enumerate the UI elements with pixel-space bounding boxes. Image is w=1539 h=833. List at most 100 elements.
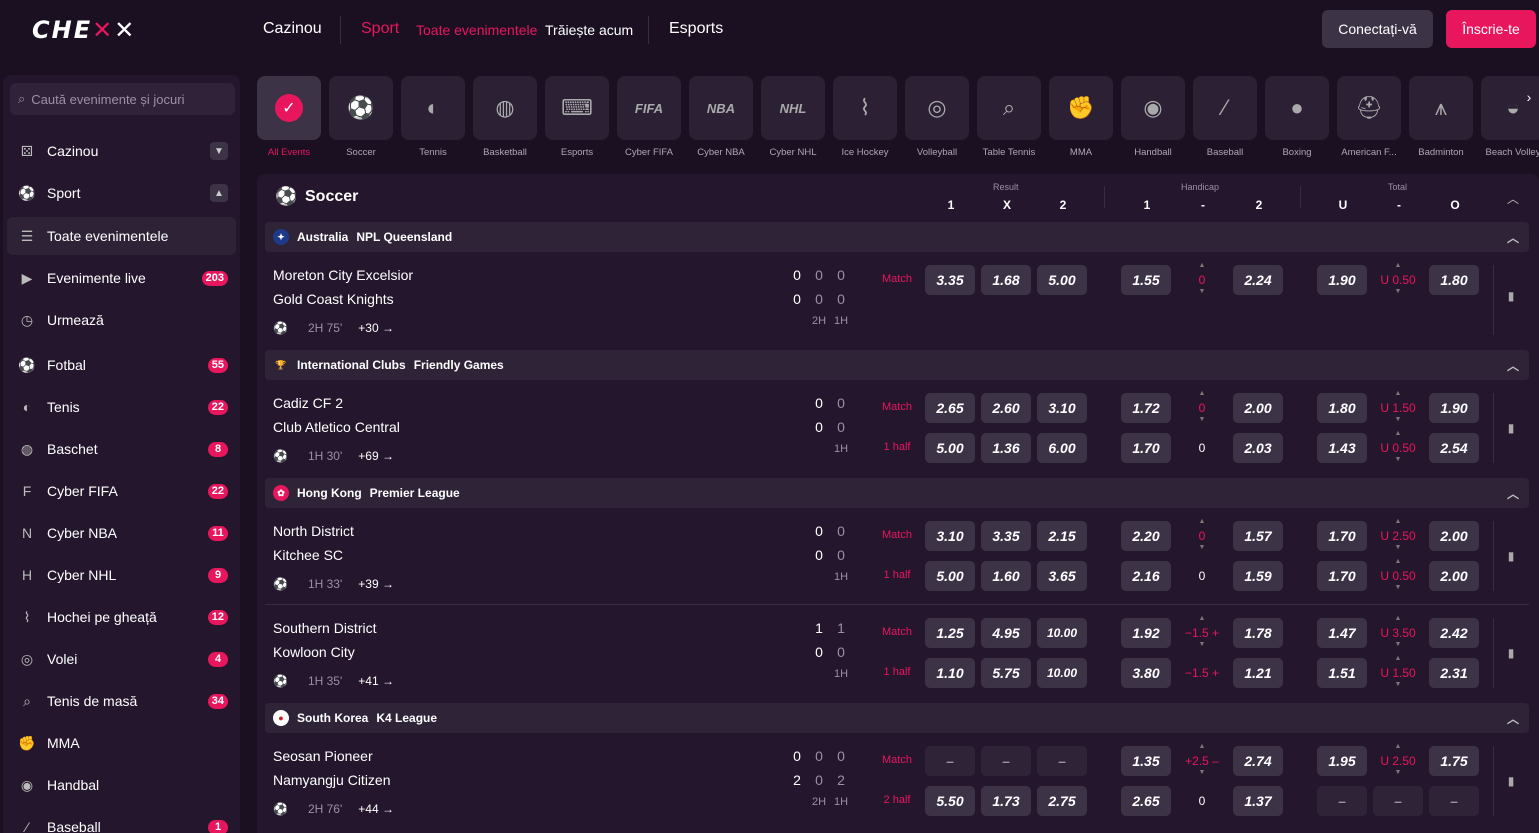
odds-button[interactable]: 4.95: [981, 618, 1031, 648]
odds-button[interactable]: 2.75: [1037, 786, 1087, 816]
away-team-name[interactable]: Gold Coast Knights: [273, 291, 394, 307]
carousel-next-arrow-icon[interactable]: ›: [1519, 84, 1539, 110]
away-team-name[interactable]: Kitchee SC: [273, 547, 343, 563]
total-line[interactable]: U 2.50: [1373, 529, 1423, 543]
stats-chart-icon[interactable]: ▮: [1501, 646, 1521, 660]
more-markets-link[interactable]: +39 →: [358, 577, 394, 591]
sidebar-item[interactable]: ✊ MMA: [3, 723, 240, 763]
odds-button[interactable]: 1.68: [981, 265, 1031, 295]
stats-chart-icon[interactable]: ▮: [1501, 549, 1521, 563]
odds-button[interactable]: 1.55: [1121, 265, 1171, 295]
odds-button[interactable]: 1.60: [981, 561, 1031, 591]
odds-button[interactable]: 2.65: [1121, 786, 1171, 816]
odds-button[interactable]: 1.51: [1317, 658, 1367, 688]
odds-button[interactable]: 2.65: [925, 393, 975, 423]
sidebar-item[interactable]: ⌇ Hochei pe gheață 12: [3, 597, 240, 637]
league-header[interactable]: ✦ Australia NPL Queensland ︿: [265, 222, 1529, 252]
away-team-name[interactable]: Club Atletico Central: [273, 419, 400, 435]
sidebar-item[interactable]: ⚽ Fotbal 55: [3, 345, 240, 385]
sport-tile[interactable]: ✓ All Events: [257, 76, 321, 160]
total-line[interactable]: U 2.50: [1373, 754, 1423, 768]
nav-casino[interactable]: Cazinou: [263, 20, 322, 38]
odds-button[interactable]: 1.70: [1317, 561, 1367, 591]
sport-tile[interactable]: ⛑ American F...: [1337, 76, 1401, 160]
odds-button[interactable]: –: [1429, 786, 1479, 816]
odds-button[interactable]: 1.47: [1317, 618, 1367, 648]
odds-button[interactable]: 2.00: [1233, 393, 1283, 423]
league-header[interactable]: 🏆 International Clubs Friendly Games ︿: [265, 350, 1529, 380]
odds-button[interactable]: 2.42: [1429, 618, 1479, 648]
odds-button[interactable]: 5.00: [925, 433, 975, 463]
sidebar-item[interactable]: ◍ Baschet 8: [3, 429, 240, 469]
odds-button[interactable]: 2.31: [1429, 658, 1479, 688]
handicap-line[interactable]: 0: [1177, 569, 1227, 583]
odds-button[interactable]: 1.90: [1317, 265, 1367, 295]
odds-button[interactable]: 5.50: [925, 786, 975, 816]
collapse-chevron-icon[interactable]: ︿: [1507, 229, 1519, 246]
odds-button[interactable]: 2.15: [1037, 521, 1087, 551]
odds-button[interactable]: –: [925, 746, 975, 776]
sport-tile[interactable]: ⚽ Soccer: [329, 76, 393, 160]
sport-tile[interactable]: ◐ Tennis: [401, 76, 465, 160]
sport-tile[interactable]: ● Boxing: [1265, 76, 1329, 160]
home-team-name[interactable]: Seosan Pioneer: [273, 748, 373, 764]
odds-button[interactable]: 1.92: [1121, 618, 1171, 648]
odds-button[interactable]: 5.00: [1037, 265, 1087, 295]
more-markets-link[interactable]: +44 →: [358, 802, 394, 816]
odds-button[interactable]: 1.25: [925, 618, 975, 648]
odds-button[interactable]: 2.00: [1429, 561, 1479, 591]
odds-button[interactable]: 2.24: [1233, 265, 1283, 295]
odds-button[interactable]: 3.80: [1121, 658, 1171, 688]
login-button[interactable]: Conectați-vă: [1322, 10, 1433, 48]
collapse-chevron-icon[interactable]: ︿: [1507, 357, 1519, 374]
sport-tile[interactable]: ⌨ Esports: [545, 76, 609, 160]
home-team-name[interactable]: Southern District: [273, 620, 376, 636]
sidebar-item[interactable]: N Cyber NBA 11: [3, 513, 240, 553]
sport-tile[interactable]: ✊ MMA: [1049, 76, 1113, 160]
odds-button[interactable]: 3.65: [1037, 561, 1087, 591]
collapse-chevron-icon[interactable]: ︿: [1507, 190, 1519, 207]
odds-button[interactable]: 1.59: [1233, 561, 1283, 591]
nav-all-events[interactable]: Toate evenimentele: [416, 22, 537, 38]
total-line[interactable]: U 0.50: [1373, 441, 1423, 455]
sidebar-item[interactable]: H Cyber NHL 9: [3, 555, 240, 595]
handicap-line[interactable]: 0: [1177, 529, 1227, 543]
odds-button[interactable]: 1.70: [1121, 433, 1171, 463]
handicap-line[interactable]: +2.5 –: [1177, 754, 1227, 768]
collapse-chevron-icon[interactable]: ︿: [1507, 710, 1519, 727]
odds-button[interactable]: 1.21: [1233, 658, 1283, 688]
odds-button[interactable]: 1.80: [1429, 265, 1479, 295]
chevron-down-icon[interactable]: ▼: [210, 142, 228, 160]
sidebar-item[interactable]: ◷ Urmează: [3, 300, 240, 340]
odds-button[interactable]: 1.10: [925, 658, 975, 688]
odds-button[interactable]: 1.37: [1233, 786, 1283, 816]
sidebar-item[interactable]: F Cyber FIFA 22: [3, 471, 240, 511]
sidebar-item[interactable]: ◉ Handbal: [3, 765, 240, 805]
collapse-chevron-icon[interactable]: ︿: [1507, 485, 1519, 502]
total-line[interactable]: U 1.50: [1373, 401, 1423, 415]
stats-chart-icon[interactable]: ▮: [1501, 289, 1521, 303]
handicap-line[interactable]: −1.5 +: [1177, 666, 1227, 680]
odds-button[interactable]: 1.36: [981, 433, 1031, 463]
odds-button[interactable]: 2.00: [1429, 521, 1479, 551]
odds-button[interactable]: –: [1373, 786, 1423, 816]
odds-button[interactable]: –: [1317, 786, 1367, 816]
league-header[interactable]: ✿ Hong Kong Premier League ︿: [265, 478, 1529, 508]
home-team-name[interactable]: Moreton City Excelsior: [273, 267, 413, 283]
odds-button[interactable]: 2.60: [981, 393, 1031, 423]
odds-button[interactable]: 1.90: [1429, 393, 1479, 423]
odds-button[interactable]: 2.20: [1121, 521, 1171, 551]
handicap-line[interactable]: 0: [1177, 794, 1227, 808]
odds-button[interactable]: 1.72: [1121, 393, 1171, 423]
handicap-line[interactable]: −1.5 +: [1177, 626, 1227, 640]
odds-button[interactable]: 1.80: [1317, 393, 1367, 423]
search-input[interactable]: [31, 91, 212, 107]
stats-chart-icon[interactable]: ▮: [1501, 774, 1521, 788]
nav-esports[interactable]: Esports: [669, 20, 723, 38]
sidebar-item[interactable]: ◎ Volei 4: [3, 639, 240, 679]
total-line[interactable]: U 1.50: [1373, 666, 1423, 680]
sport-tile[interactable]: ⩚ Badminton: [1409, 76, 1473, 160]
sport-tile[interactable]: ⌕ Table Tennis: [977, 76, 1041, 160]
sport-tile[interactable]: NBA Cyber NBA: [689, 76, 753, 160]
sidebar-item[interactable]: ⚽ Sport ▲: [3, 173, 240, 213]
